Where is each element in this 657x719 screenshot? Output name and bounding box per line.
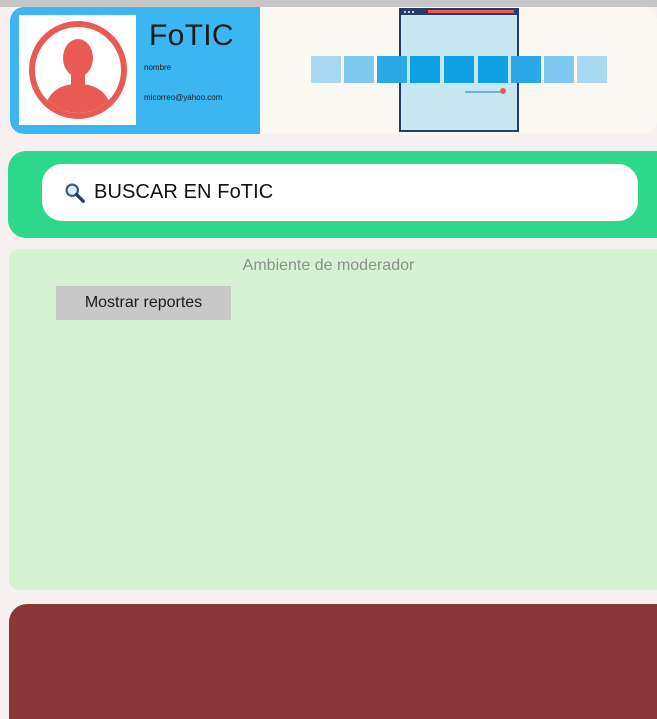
moderator-title: Ambiente de moderador: [242, 257, 415, 274]
user-name: nombre: [144, 63, 172, 72]
moderator-panel: Mostrar reportes: [9, 249, 657, 590]
avatar[interactable]: [19, 15, 136, 125]
show-reports-button[interactable]: Mostrar reportes: [56, 286, 231, 320]
search-area: BUSCAR EN FoTIC: [8, 151, 657, 238]
footer-bar: [9, 604, 657, 719]
user-email: micorreo@yahoo.com: [144, 93, 223, 102]
search-icon: [65, 182, 85, 203]
app-preview-illustration: [311, 8, 607, 132]
search-label: BUSCAR EN FoTIC: [94, 181, 274, 203]
top-strip: [0, 0, 657, 7]
app-screen: FoTIC nombre micorreo@yahoo.com BUSCAR E…: [0, 0, 657, 719]
user-avatar-icon: [28, 21, 127, 119]
banner-card: [260, 7, 657, 134]
app-title: FoTIC: [149, 19, 234, 52]
profile-card: FoTIC nombre micorreo@yahoo.com: [10, 7, 260, 134]
search-input[interactable]: BUSCAR EN FoTIC: [42, 164, 638, 221]
